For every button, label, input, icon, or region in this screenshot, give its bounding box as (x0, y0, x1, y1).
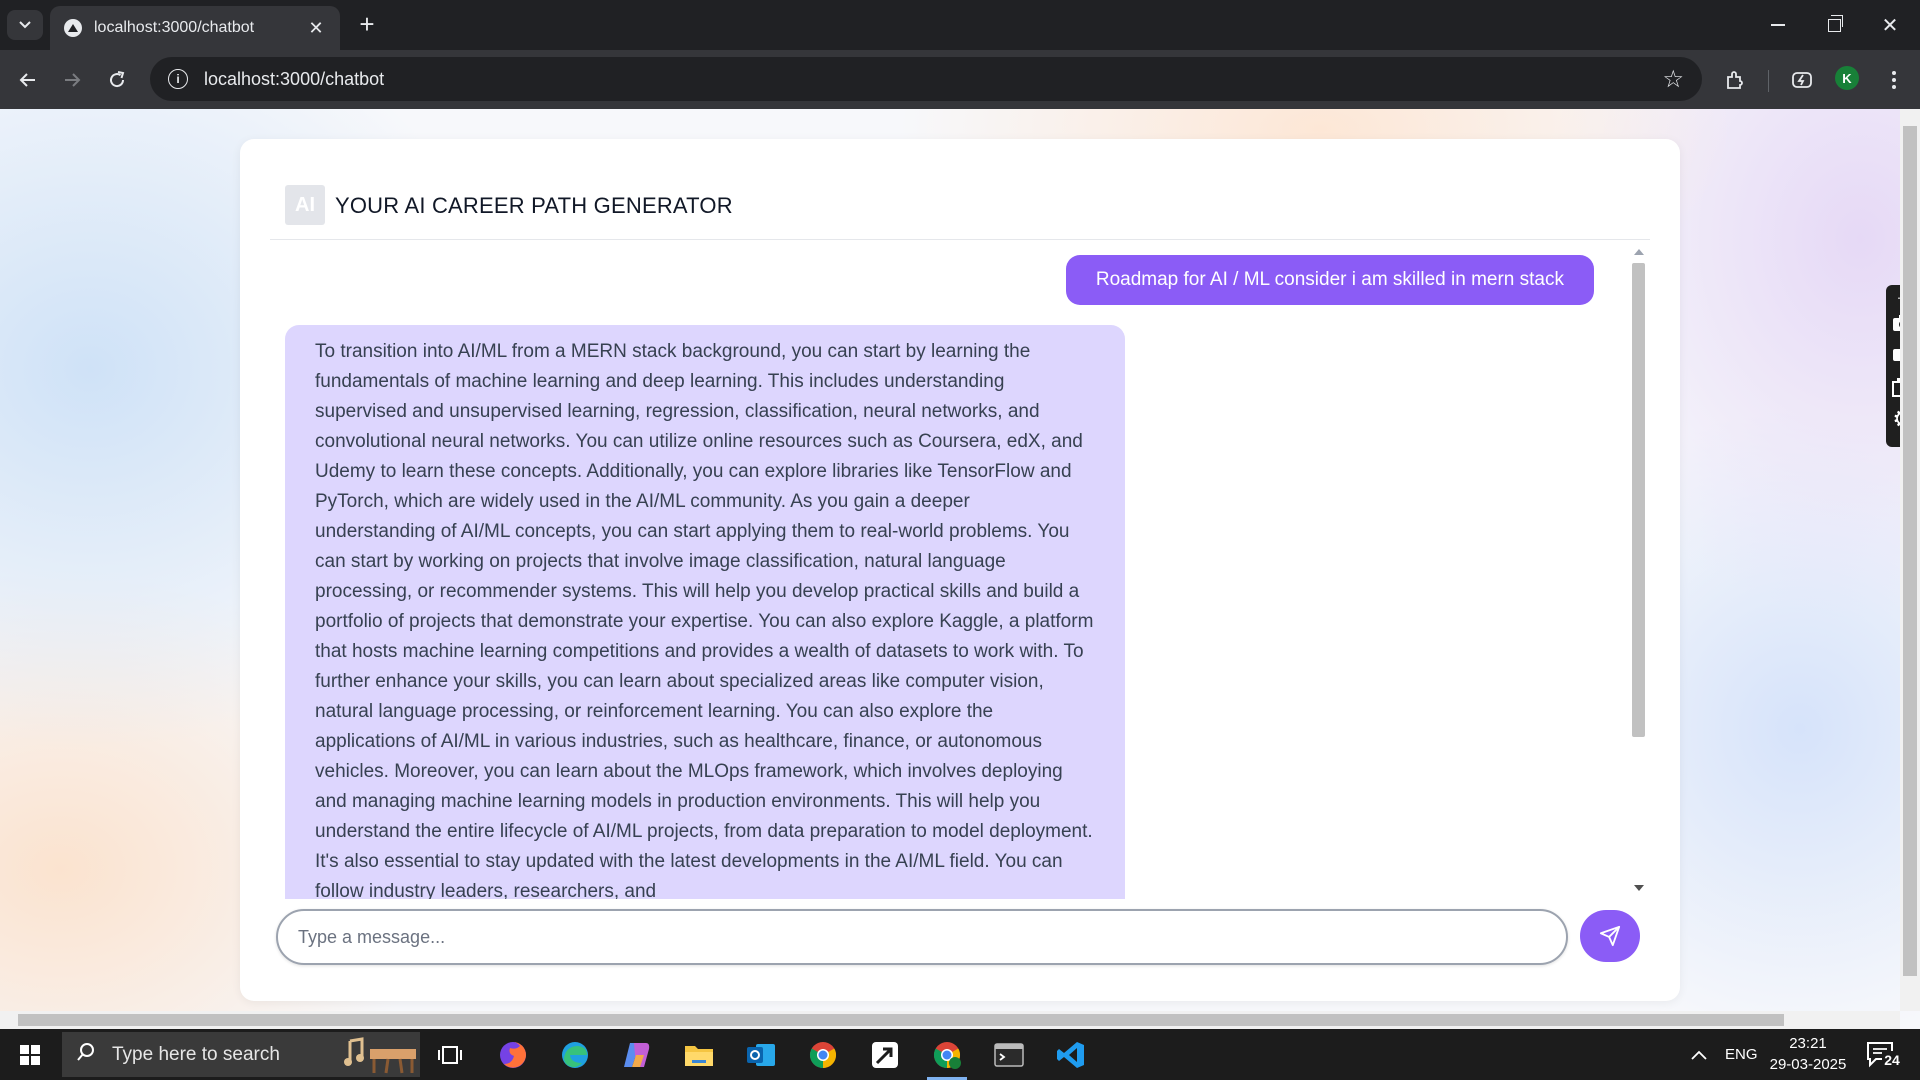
close-window-button[interactable]: ✕ (1862, 8, 1918, 42)
task-view-button[interactable] (426, 1035, 474, 1075)
task-view-icon (438, 1046, 462, 1064)
ai-logo-badge: AI (285, 185, 325, 225)
taskbar-file-explorer[interactable] (675, 1035, 723, 1075)
chevron-up-icon (1691, 1050, 1707, 1060)
toolbar-separator (1768, 70, 1769, 92)
taskbar-edge[interactable] (551, 1035, 599, 1075)
tab-search-button[interactable] (7, 10, 43, 40)
page-title: YOUR AI CAREER PATH GENERATOR (335, 193, 733, 218)
taskbar-outlook[interactable] (737, 1035, 785, 1075)
profile-avatar[interactable]: K (1835, 66, 1859, 90)
messages-scrollbar[interactable] (1630, 245, 1646, 895)
taskbar-copilot[interactable] (613, 1035, 661, 1075)
taskbar-chrome-profile[interactable] (923, 1035, 971, 1080)
outlook-icon (747, 1044, 775, 1066)
message-list[interactable]: Roadmap for AI / ML consider i am skille… (270, 241, 1620, 899)
notification-center-button[interactable]: 24 (1864, 1039, 1904, 1071)
taskbar-chrome[interactable] (799, 1035, 847, 1075)
minimize-icon (1771, 24, 1785, 26)
page-horizontal-scrollbar[interactable] (0, 1011, 1900, 1029)
windows-taskbar: Type here to search ENG 23:21 29-03-2025… (0, 1029, 1920, 1080)
chrome-profile-icon (933, 1042, 961, 1069)
edge-icon (562, 1042, 588, 1068)
start-button[interactable] (0, 1029, 60, 1080)
taskbar-firefox[interactable] (489, 1035, 537, 1075)
taskbar-search[interactable]: Type here to search (62, 1032, 420, 1077)
page-scrollbar-thumb[interactable] (1903, 126, 1917, 976)
clock-time: 23:21 (1789, 1035, 1827, 1052)
copilot-icon (624, 1043, 650, 1067)
language-indicator[interactable]: ENG (1725, 1029, 1758, 1080)
scroll-up-icon[interactable] (1634, 249, 1644, 255)
restore-icon (1827, 14, 1843, 32)
page-viewport: AI YOUR AI CAREER PATH GENERATOR Roadmap… (0, 109, 1920, 1029)
chat-container: AI YOUR AI CAREER PATH GENERATOR Roadmap… (240, 139, 1680, 1001)
chevron-down-icon (19, 21, 31, 29)
scroll-down-icon[interactable] (1634, 885, 1644, 891)
speed-icon (1792, 72, 1812, 88)
tab-title: localhost:3000/chatbot (94, 19, 255, 36)
more-vertical-icon (1892, 71, 1896, 89)
taskbar-vscode[interactable] (1047, 1035, 1095, 1075)
header-divider (270, 239, 1650, 240)
browser-toolbar: i localhost:3000/chatbot ☆ (0, 50, 1920, 109)
search-icon (76, 1042, 96, 1068)
chrome-menu-button[interactable] (1878, 64, 1910, 96)
site-info-icon[interactable]: i (168, 69, 188, 89)
page-vertical-scrollbar[interactable] (1900, 109, 1920, 1011)
chrome-icon (809, 1042, 837, 1069)
back-button[interactable] (12, 64, 44, 96)
new-tab-button[interactable]: + (352, 10, 382, 40)
send-button[interactable] (1580, 910, 1640, 962)
performance-button[interactable] (1786, 64, 1818, 96)
reload-icon (110, 71, 125, 88)
user-message: Roadmap for AI / ML consider i am skille… (1065, 255, 1594, 305)
reload-button[interactable] (101, 64, 133, 96)
notification-count: 24 (1882, 1051, 1902, 1069)
chat-header: AI YOUR AI CAREER PATH GENERATOR (240, 139, 1680, 239)
bot-message: To transition into AI/ML from a MERN sta… (285, 325, 1125, 899)
forward-button[interactable] (56, 64, 88, 96)
arrow-right-icon (65, 73, 81, 87)
send-icon (1599, 925, 1621, 947)
search-highlight-art-icon (340, 1035, 420, 1075)
bookmark-star-icon[interactable]: ☆ (1662, 65, 1684, 94)
browser-tab-bar: localhost:3000/chatbot ✕ + ✕ (0, 0, 1920, 50)
scrollbar-thumb[interactable] (1632, 263, 1645, 737)
page-hscroll-thumb[interactable] (18, 1014, 1784, 1026)
app-arrow-icon (872, 1042, 898, 1068)
clock-date: 29-03-2025 (1769, 1056, 1847, 1073)
minimize-button[interactable] (1750, 8, 1806, 42)
nextjs-favicon-icon (64, 19, 82, 37)
windows-logo-icon (20, 1044, 40, 1065)
url-text[interactable]: localhost:3000/chatbot (204, 69, 1662, 90)
restore-button[interactable] (1806, 8, 1862, 42)
message-composer (240, 901, 1680, 981)
message-input[interactable] (276, 909, 1568, 965)
address-bar[interactable]: i localhost:3000/chatbot ☆ (150, 57, 1702, 101)
close-icon: ✕ (1881, 14, 1899, 37)
system-clock[interactable]: 23:21 29-03-2025 (1768, 1033, 1848, 1075)
puzzle-icon (1727, 71, 1743, 89)
vscode-icon (1057, 1042, 1084, 1068)
extensions-button[interactable] (1719, 64, 1751, 96)
arrow-left-icon (19, 73, 35, 87)
tray-overflow-button[interactable] (1690, 1029, 1708, 1080)
terminal-icon (994, 1043, 1024, 1067)
taskbar-app-arrow[interactable] (861, 1035, 909, 1075)
firefox-icon (500, 1042, 526, 1068)
taskbar-terminal[interactable] (985, 1035, 1033, 1075)
search-placeholder: Type here to search (112, 1043, 280, 1065)
close-tab-icon[interactable]: ✕ (306, 18, 326, 39)
browser-tab-active[interactable]: localhost:3000/chatbot ✕ (50, 6, 340, 50)
folder-icon (685, 1046, 713, 1066)
